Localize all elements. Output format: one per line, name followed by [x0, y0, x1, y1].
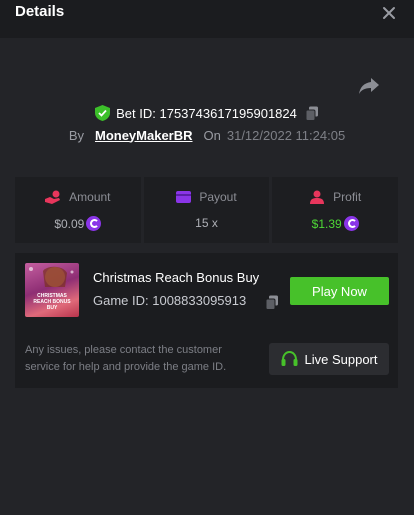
- copy-game-id-icon[interactable]: [265, 295, 279, 310]
- stat-amount: Amount $0.09: [15, 177, 141, 243]
- bet-stats: Amount $0.09 Payout 15 x Profit $1.39: [15, 177, 399, 243]
- page-title: Details: [15, 3, 65, 20]
- stat-profit-value: $1.39: [311, 216, 342, 231]
- stat-payout: Payout 15 x: [143, 177, 270, 243]
- bet-id-row: Bet ID: 1753743617195901824: [0, 103, 414, 123]
- details-header: Details: [0, 0, 414, 38]
- stat-payout-label: Payout: [199, 190, 237, 204]
- bet-author-row: By MoneyMakerBR On 31/12/2022 11:24:05: [0, 126, 414, 144]
- game-thumbnail[interactable]: CHRISTMAS REACH BONUS BUY: [25, 263, 79, 317]
- by-label: By: [68, 127, 84, 143]
- profit-user-icon: [310, 190, 325, 204]
- shield-check-icon: [95, 105, 111, 121]
- stat-amount-value: $0.09: [54, 216, 85, 231]
- stat-payout-value: 15 x: [195, 216, 218, 230]
- headset-icon: [281, 351, 297, 366]
- username-link[interactable]: MoneyMakerBR: [95, 128, 193, 143]
- share-icon[interactable]: [358, 77, 380, 95]
- stat-profit: Profit $1.39: [272, 177, 399, 243]
- coin-icon: [343, 216, 359, 231]
- coin-icon: [86, 216, 102, 231]
- game-thumb-title: CHRISTMAS REACH BONUS BUY: [33, 293, 71, 311]
- live-support-button[interactable]: Live Support: [269, 343, 389, 375]
- bet-date: 31/12/2022 11:24:05: [226, 127, 346, 143]
- game-card: CHRISTMAS REACH BONUS BUY Christmas Reac…: [15, 253, 398, 388]
- game-id: Game ID: 1008833095913: [93, 293, 247, 308]
- play-now-button[interactable]: Play Now: [290, 277, 389, 305]
- stat-amount-label: Amount: [69, 190, 111, 204]
- game-name: Christmas Reach Bonus Buy: [93, 270, 260, 285]
- live-support-label: Live Support: [304, 351, 378, 367]
- bet-id: Bet ID: 1753743617195901824: [116, 105, 297, 121]
- coins-hand-icon: [45, 190, 61, 204]
- on-label: On: [203, 127, 221, 143]
- stat-profit-label: Profit: [333, 190, 362, 204]
- support-note: Any issues, please contact the customer …: [25, 344, 227, 373]
- close-icon[interactable]: [381, 5, 397, 21]
- wallet-card-icon: [176, 191, 192, 203]
- copy-bet-id-icon[interactable]: [305, 106, 319, 121]
